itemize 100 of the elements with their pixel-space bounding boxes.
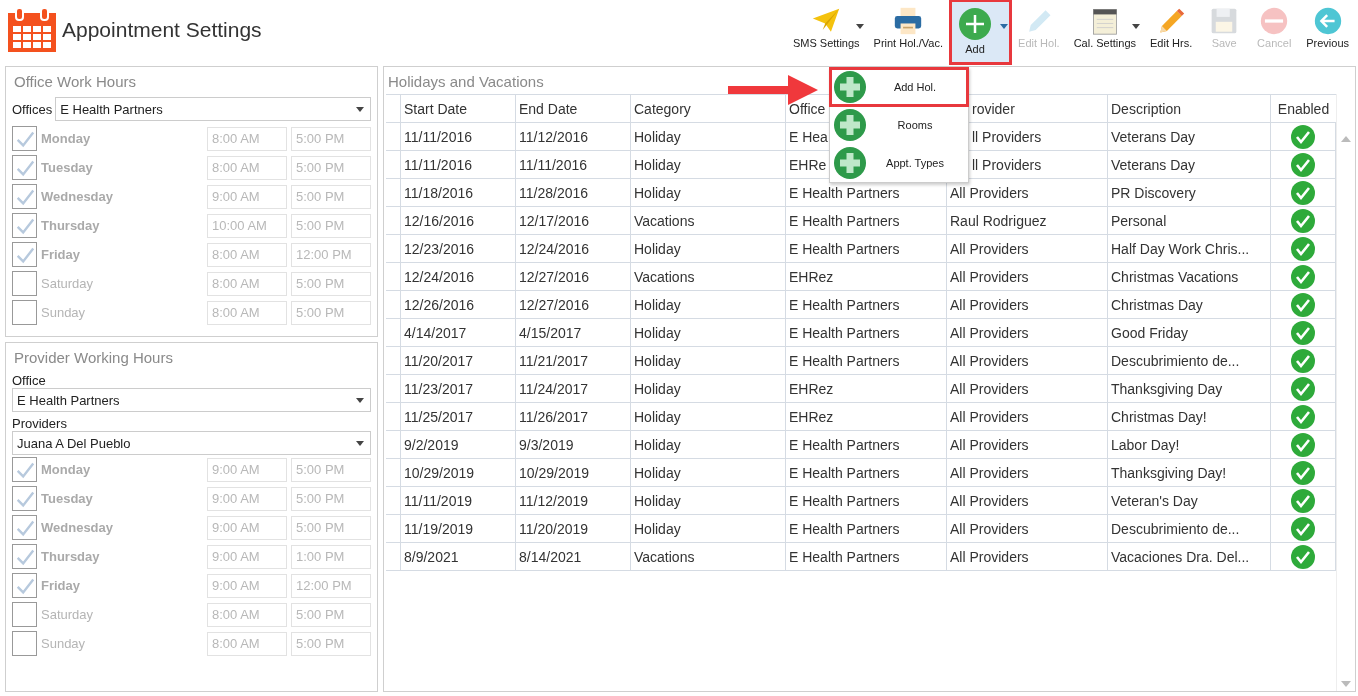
- time-field[interactable]: 8:00 AM: [207, 155, 287, 180]
- table-cell: All Providers: [946, 235, 1107, 262]
- toolbar-button[interactable]: Add: [950, 0, 1012, 64]
- checkbox[interactable]: [12, 486, 37, 511]
- time-field[interactable]: 9:00 AM: [207, 457, 287, 482]
- scroll-down-icon[interactable]: [1341, 681, 1351, 687]
- checkbox[interactable]: [12, 184, 37, 209]
- table-cell: EHRez: [785, 263, 946, 290]
- column-header[interactable]: Category: [630, 95, 785, 122]
- day-label: Sunday: [41, 305, 87, 320]
- checkbox[interactable]: [12, 602, 37, 627]
- time-field[interactable]: 9:00 AM: [207, 573, 287, 598]
- time-field[interactable]: 9:00 AM: [207, 515, 287, 540]
- time-field[interactable]: 5:00 PM: [291, 486, 371, 511]
- scroll-up-icon[interactable]: [1341, 136, 1351, 142]
- table-cell: 4/14/2017: [400, 319, 515, 346]
- table-cell: All Providers: [946, 403, 1107, 430]
- plus-icon: [834, 147, 866, 179]
- table-cell: 11/26/2017: [515, 403, 630, 430]
- plus-icon: [957, 7, 994, 41]
- table-cell: Holiday: [630, 487, 785, 514]
- time-field[interactable]: 5:00 PM: [291, 271, 371, 296]
- time-field[interactable]: 12:00 PM: [291, 242, 371, 267]
- table-cell: 12/24/2016: [400, 263, 515, 290]
- toolbar-button[interactable]: Previous: [1299, 0, 1356, 54]
- table-cell: 11/12/2016: [515, 123, 630, 150]
- time-field[interactable]: 9:00 AM: [207, 184, 287, 209]
- day-label: Friday: [41, 247, 81, 262]
- column-header[interactable]: Description: [1107, 95, 1270, 122]
- time-field[interactable]: 5:00 PM: [291, 631, 371, 656]
- checkbox[interactable]: [12, 271, 37, 296]
- time-field[interactable]: 5:00 PM: [291, 155, 371, 180]
- time-field[interactable]: 8:00 AM: [207, 300, 287, 325]
- checkbox[interactable]: [12, 126, 37, 151]
- time-field[interactable]: 5:00 PM: [291, 300, 371, 325]
- office-dropdown[interactable]: E Health Partners: [55, 97, 371, 121]
- checkbox[interactable]: [12, 155, 37, 180]
- toolbar-button[interactable]: Edit Hrs.: [1143, 0, 1200, 54]
- checkbox[interactable]: [12, 242, 37, 267]
- table-cell: Veterans Day: [1107, 151, 1270, 178]
- table-cell: Vacations: [630, 543, 785, 570]
- time-field[interactable]: 8:00 AM: [207, 631, 287, 656]
- calendar-icon: [7, 8, 57, 52]
- time-field[interactable]: 8:00 AM: [207, 242, 287, 267]
- column-header[interactable]: Enabled: [1270, 95, 1336, 122]
- page-title: Appointment Settings: [62, 18, 262, 42]
- column-header[interactable]: Start Date: [400, 95, 515, 122]
- day-label: Saturday: [41, 607, 95, 622]
- table-cell: Holiday: [630, 179, 785, 206]
- checkbox[interactable]: [12, 544, 37, 569]
- table-cell: 8/9/2021: [400, 543, 515, 570]
- table-cell: E Health Partners: [785, 235, 946, 262]
- time-field[interactable]: 1:00 PM: [291, 544, 371, 569]
- toolbar-button[interactable]: Cal. Settings: [1066, 0, 1143, 54]
- table-cell: Holiday: [630, 431, 785, 458]
- day-label: Wednesday: [41, 520, 114, 535]
- time-field[interactable]: 5:00 PM: [291, 184, 371, 209]
- table-cell: E Health Partners: [785, 207, 946, 234]
- time-field[interactable]: 5:00 PM: [291, 126, 371, 151]
- table-cell: All Providers: [946, 431, 1107, 458]
- table-cell: 11/11/2016: [400, 151, 515, 178]
- time-field[interactable]: 5:00 PM: [291, 515, 371, 540]
- column-header[interactable]: End Date: [515, 95, 630, 122]
- table-cell: All Providers: [946, 291, 1107, 318]
- toolbar-button[interactable]: Print Hol./Vac.: [866, 0, 951, 54]
- table-cell: Christmas Day: [1107, 291, 1270, 318]
- table-cell: Holiday: [630, 515, 785, 542]
- checkbox[interactable]: [12, 573, 37, 598]
- table-cell: 11/19/2019: [400, 515, 515, 542]
- time-field[interactable]: 8:00 AM: [207, 271, 287, 296]
- time-field[interactable]: 5:00 PM: [291, 213, 371, 238]
- table-cell: 12/27/2016: [515, 291, 630, 318]
- field-label: Office: [12, 373, 47, 388]
- time-field[interactable]: 9:00 AM: [207, 486, 287, 511]
- time-field[interactable]: 12:00 PM: [291, 573, 371, 598]
- time-field[interactable]: 9:00 AM: [207, 544, 287, 569]
- table-cell: E Health Partners: [785, 319, 946, 346]
- table-cell: 8/14/2021: [515, 543, 630, 570]
- provider-dropdown[interactable]: Juana A Del Pueblo: [12, 431, 371, 455]
- table-cell: 12/24/2016: [515, 235, 630, 262]
- table-cell: Holiday: [630, 123, 785, 150]
- time-field[interactable]: 8:00 AM: [207, 126, 287, 151]
- toolbar-button[interactable]: SMS Settings: [785, 0, 867, 54]
- time-field[interactable]: 5:00 PM: [291, 602, 371, 627]
- checkbox[interactable]: [12, 213, 37, 238]
- time-field[interactable]: 10:00 AM: [207, 213, 287, 238]
- time-field[interactable]: 5:00 PM: [291, 457, 371, 482]
- table-cell: Half Day Work Chris...: [1107, 235, 1270, 262]
- table-cell: Christmas Vacations: [1107, 263, 1270, 290]
- caret-icon: [356, 397, 364, 403]
- time-field[interactable]: 8:00 AM: [207, 602, 287, 627]
- checkbox[interactable]: [12, 457, 37, 482]
- table-cell: 11/28/2016: [515, 179, 630, 206]
- checkbox[interactable]: [12, 300, 37, 325]
- checkbox[interactable]: [12, 631, 37, 656]
- table-cell: E Health Partners: [785, 487, 946, 514]
- checkbox[interactable]: [12, 515, 37, 540]
- table-cell: Thanksgiving Day!: [1107, 459, 1270, 486]
- office-dropdown[interactable]: E Health Partners: [12, 388, 371, 412]
- field-label: Offices: [12, 101, 53, 117]
